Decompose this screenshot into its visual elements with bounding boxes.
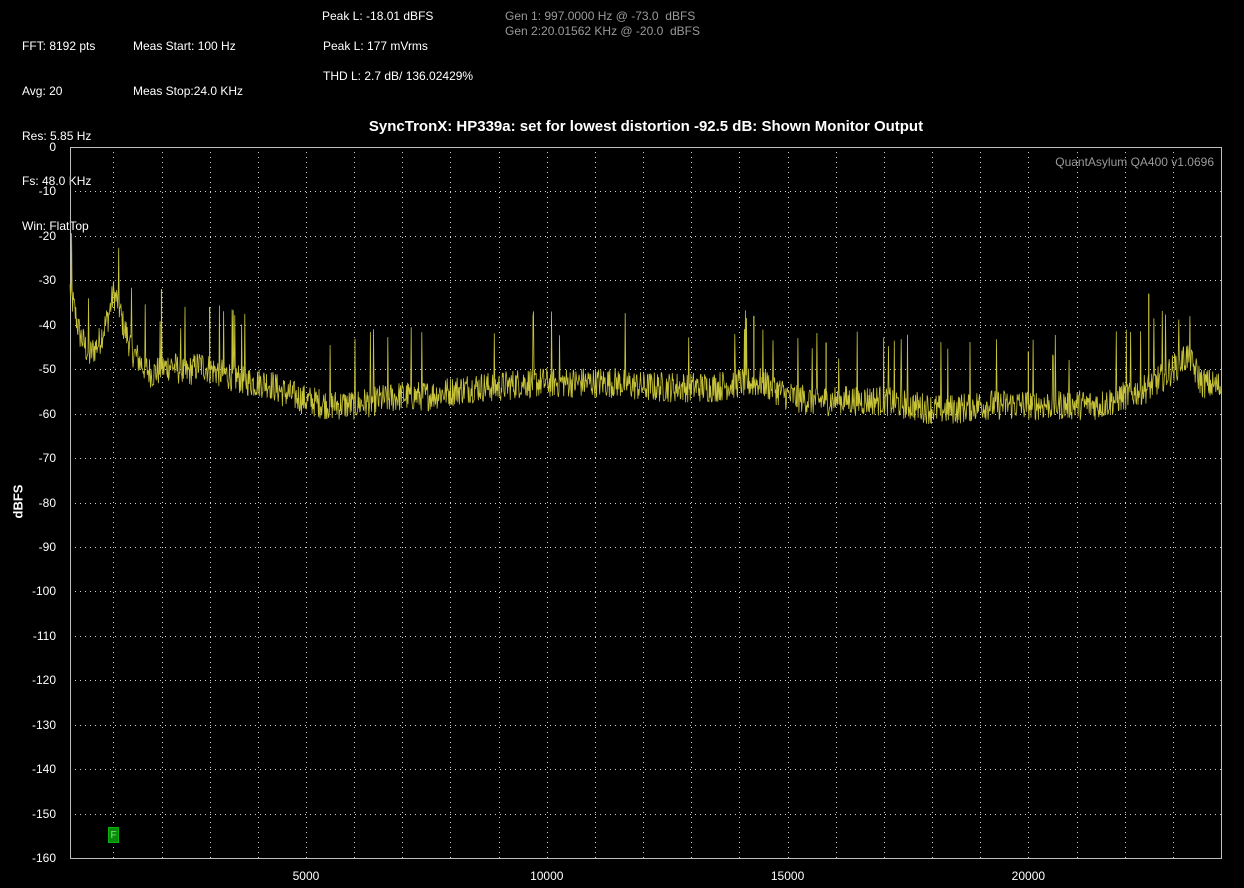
y-tick-label: -10 — [38, 184, 56, 199]
y-tick-label: -30 — [38, 273, 56, 288]
spectrum-plot — [69, 147, 1222, 859]
y-tick-label: -20 — [38, 228, 56, 243]
y-tick-label: -50 — [38, 362, 56, 377]
spectrum-line — [69, 233, 1221, 425]
y-tick-label: -130 — [31, 717, 56, 732]
spectrum-trace — [69, 233, 1221, 425]
x-tick-label: 15000 — [770, 869, 805, 883]
y-tick-label: -140 — [31, 762, 56, 777]
software-watermark: QuantAsylum QA400 v1.0696 — [1055, 155, 1214, 169]
y-tick-label: -160 — [31, 851, 56, 865]
grid-lines — [70, 147, 1221, 858]
y-tick-label: -60 — [38, 406, 56, 421]
y-tick-label: -90 — [38, 539, 56, 554]
x-tick-label: 10000 — [530, 869, 564, 883]
y-tick-label: -150 — [31, 806, 56, 821]
y-tick-label: 0 — [49, 140, 56, 154]
y-tick-label: -100 — [31, 584, 56, 599]
y-tick-label: -110 — [32, 628, 56, 643]
y-tick-label: -120 — [31, 673, 56, 688]
y-tick-label: -70 — [38, 451, 56, 466]
y-tick-label: -80 — [38, 495, 56, 510]
x-tick-label: 20000 — [1011, 869, 1046, 883]
frequency-marker[interactable]: F — [108, 827, 119, 843]
x-tick-label: 5000 — [292, 869, 320, 883]
y-tick-label: -40 — [38, 317, 56, 332]
